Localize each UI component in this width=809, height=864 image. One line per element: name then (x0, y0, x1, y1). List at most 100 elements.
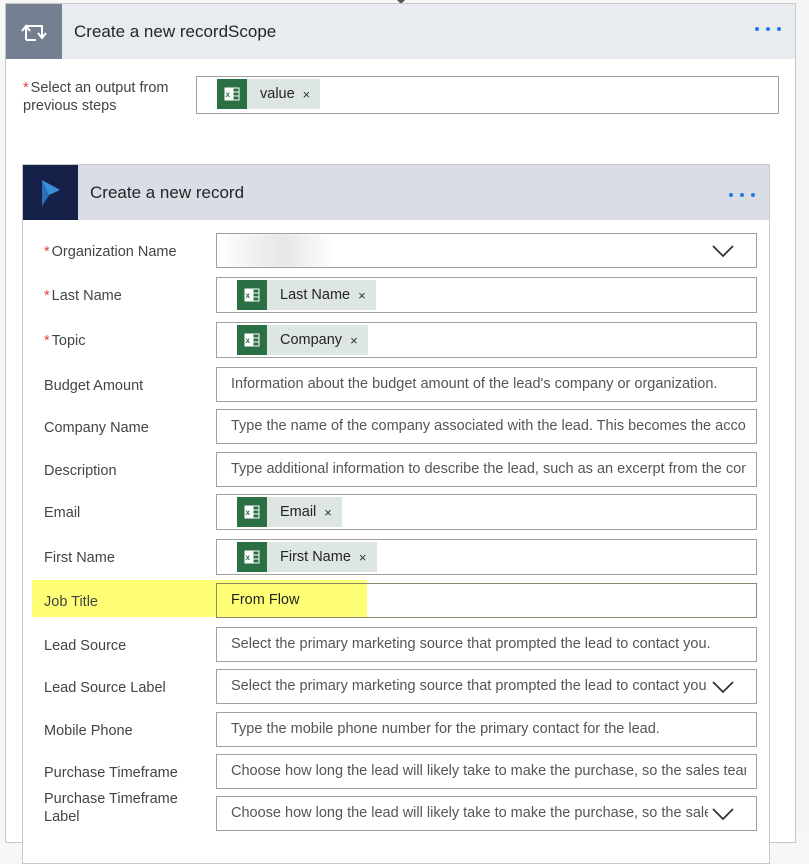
field-placeholder: Choose how long the lead will likely tak… (231, 763, 746, 779)
field-label-text: First Name (44, 550, 115, 566)
excel-icon: x (237, 325, 267, 355)
scope-card-header[interactable]: Create a new recordScope (6, 4, 795, 59)
field-label-last-name: * Last Name (44, 287, 122, 305)
field-placeholder: Type the mobile phone number for the pri… (231, 721, 660, 737)
chevron-down-icon[interactable] (712, 807, 734, 821)
field-input-purchase-timeframe[interactable]: Choose how long the lead will likely tak… (216, 754, 757, 789)
token-label: Company (280, 332, 343, 348)
chevron-down-icon[interactable] (712, 680, 734, 694)
field-label-lead-source-label: Lead Source Label (44, 679, 166, 697)
field-label-text: Topic (51, 333, 86, 349)
more-options-button[interactable] (729, 193, 755, 197)
field-value: From Flow (231, 592, 300, 608)
scope-card-title: Create a new recordScope (74, 22, 277, 41)
field-input-company-name[interactable]: Type the name of the company associated … (216, 409, 757, 444)
field-label-text: Organization Name (51, 244, 177, 260)
field-label-text: Description (44, 463, 117, 479)
field-label-text: Mobile Phone (44, 723, 133, 739)
dot-icon (766, 27, 770, 31)
svg-text:x: x (226, 90, 231, 99)
remove-token-icon[interactable]: × (359, 550, 367, 565)
field-input-topic[interactable]: x Company × (216, 322, 757, 358)
field-input-mobile-phone[interactable]: Type the mobile phone number for the pri… (216, 712, 757, 747)
chevron-down-icon[interactable] (712, 244, 734, 258)
field-label-purchase-timeframe: Purchase Timeframe (44, 764, 178, 782)
remove-token-icon[interactable]: × (324, 505, 332, 520)
field-input-first-name[interactable]: x First Name × (216, 539, 757, 575)
field-input-last-name[interactable]: x Last Name × (216, 277, 757, 313)
field-input-lead-source[interactable]: Select the primary marketing source that… (216, 627, 757, 662)
field-input-purchase-timeframe-label[interactable]: Choose how long the lead will likely tak… (216, 796, 757, 831)
field-label-text: Company Name (44, 420, 149, 436)
token-value[interactable]: x value × (217, 79, 321, 109)
field-input-lead-source-label[interactable]: Select the primary marketing source that… (216, 669, 757, 704)
dot-icon (751, 193, 755, 197)
field-label-company-name: Company Name (44, 419, 149, 437)
field-label-mobile-phone: Mobile Phone (44, 722, 133, 740)
field-label-first-name: First Name (44, 549, 115, 567)
token-label: Last Name (280, 287, 351, 303)
token-label: First Name (280, 549, 351, 565)
required-marker: * (44, 333, 50, 349)
token-email[interactable]: x Email × (237, 497, 342, 527)
field-placeholder: Type additional information to describe … (231, 461, 746, 477)
excel-icon: x (237, 280, 267, 310)
redacted-value (221, 234, 335, 267)
field-placeholder: Information about the budget amount of t… (231, 376, 718, 392)
token-topic[interactable]: x Company × (237, 325, 368, 355)
required-marker: * (23, 80, 29, 96)
more-options-button[interactable] (755, 27, 781, 31)
svg-text:x: x (246, 553, 251, 562)
token-first-name[interactable]: x First Name × (237, 542, 377, 572)
field-label-text: Lead Source (44, 638, 127, 654)
field-input-organization-name[interactable] (216, 233, 757, 268)
excel-icon: x (237, 497, 267, 527)
svg-text:x: x (246, 336, 251, 345)
required-marker: * (44, 244, 50, 260)
field-label-organization-name: * Organization Name (44, 243, 177, 261)
output-field-label: * Select an output from previous steps (23, 80, 169, 114)
field-placeholder: Select the primary marketing source that… (231, 636, 711, 652)
token-label: value (260, 86, 295, 102)
token-label: Email (280, 504, 317, 520)
token-last-name[interactable]: x Last Name × (237, 280, 376, 310)
scope-loop-icon (6, 4, 62, 59)
field-input-description[interactable]: Type additional information to describe … (216, 452, 757, 487)
field-placeholder: Select the primary marketing source that… (231, 678, 708, 694)
remove-token-icon[interactable]: × (358, 288, 366, 303)
field-label-text: Purchase Timeframe (44, 765, 178, 781)
dot-icon (740, 193, 744, 197)
field-label-budget-amount: Budget Amount (44, 377, 143, 395)
excel-icon: x (237, 542, 267, 572)
field-label-text: Lead Source Label (44, 680, 166, 696)
canvas-gutter (796, 0, 809, 831)
field-label-text: Purchase Timeframe Label (44, 791, 178, 825)
field-input-budget-amount[interactable]: Information about the budget amount of t… (216, 367, 757, 402)
field-label-text: Email (44, 505, 81, 521)
create-record-header[interactable]: Create a new record (23, 165, 769, 220)
field-label-text: Job Title (44, 594, 98, 610)
field-input-email[interactable]: x Email × (216, 494, 757, 530)
field-label-purchase-timeframe-label: Purchase Timeframe Label (44, 790, 194, 826)
field-label-description: Description (44, 462, 117, 480)
excel-icon: x (217, 79, 247, 109)
field-placeholder: Type the name of the company associated … (231, 418, 746, 434)
field-label-text: Last Name (51, 288, 122, 304)
required-marker: * (44, 288, 50, 304)
field-label-text: Budget Amount (44, 378, 144, 394)
remove-token-icon[interactable]: × (303, 87, 311, 102)
dynamics-365-icon (23, 165, 78, 220)
field-label-lead-source: Lead Source (44, 637, 126, 655)
dot-icon (729, 193, 733, 197)
svg-text:x: x (246, 291, 251, 300)
field-label-topic: * Topic (44, 332, 86, 350)
field-input-job-title[interactable]: From Flow (216, 583, 757, 618)
field-label-email: Email (44, 504, 80, 522)
output-field-input[interactable]: x value × (196, 76, 779, 114)
field-placeholder: Choose how long the lead will likely tak… (231, 805, 708, 821)
svg-text:x: x (246, 508, 251, 517)
remove-token-icon[interactable]: × (350, 333, 358, 348)
create-record-title: Create a new record (90, 183, 245, 202)
dot-icon (777, 27, 781, 31)
field-label-job-title: Job Title (44, 593, 98, 611)
